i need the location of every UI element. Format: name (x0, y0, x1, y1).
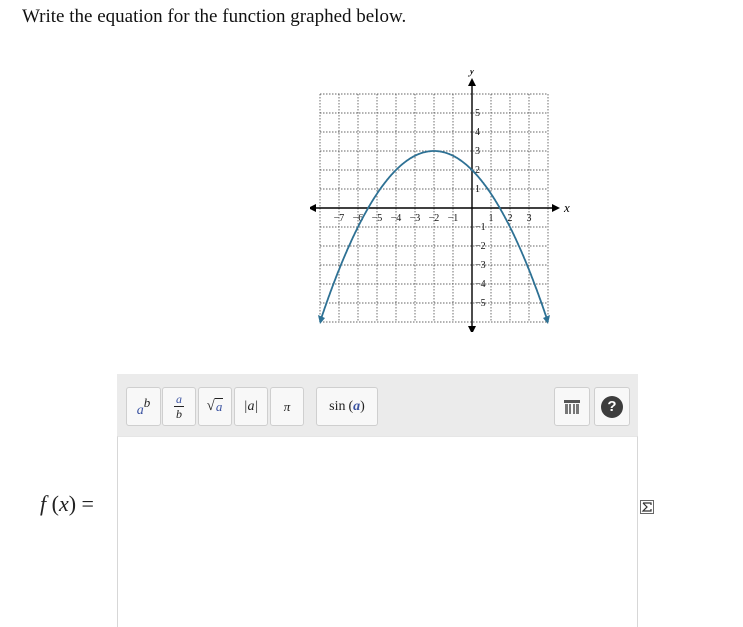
fraction-button[interactable]: a b (162, 387, 196, 426)
answer-label-func: f (40, 491, 47, 516)
help-button[interactable]: ? (594, 387, 630, 426)
y-tick-label: −1 (475, 222, 486, 233)
x-tick-label: 1 (489, 213, 494, 224)
sin-paren-close: ) (360, 398, 365, 414)
x-tick-label: −3 (410, 213, 421, 224)
x-tick-label: −5 (372, 213, 383, 224)
x-tick-label: −4 (391, 213, 402, 224)
x-axis-arrow (310, 204, 316, 212)
function-graph: −7−6−5−4−3−2−112354321−1−2−3−4−5 x y (310, 70, 570, 332)
sin-arg: a (353, 398, 361, 414)
y-tick-label: −4 (475, 279, 486, 290)
y-axis-label: y (467, 70, 475, 77)
sin-button[interactable]: sin ( a ) (316, 387, 378, 426)
sqrt-button[interactable]: √ a (198, 387, 232, 426)
answer-label-paren: ( (51, 491, 59, 516)
y-tick-label: −5 (475, 298, 486, 309)
y-tick-label: 3 (475, 146, 480, 157)
y-tick-label: 1 (475, 184, 480, 195)
pi-button[interactable]: π (270, 387, 304, 426)
pi-label: π (283, 398, 291, 414)
sqrt-arg: a (214, 398, 224, 414)
x-tick-label: −1 (448, 213, 459, 224)
y-tick-label: −2 (475, 241, 486, 252)
keyboard-icon (564, 399, 580, 414)
question-prompt: Write the equation for the function grap… (22, 6, 407, 27)
answer-input[interactable] (117, 436, 638, 627)
x-tick-label: −7 (334, 213, 345, 224)
answer-label-rest: ) = (68, 491, 94, 516)
x-axis-label: x (563, 200, 570, 215)
keyboard-button[interactable] (554, 387, 590, 426)
sqrt-icon: √ (206, 398, 215, 414)
abs-label: |a| (243, 398, 259, 414)
y-tick-label: 4 (475, 127, 480, 138)
x-axis-arrow (552, 204, 560, 212)
abs-button[interactable]: |a| (234, 387, 268, 426)
answer-label-var: x (58, 491, 69, 516)
math-toolbar: a b a b √ a |a| π sin ( a ) ? (117, 374, 638, 436)
x-tick-label: −2 (429, 213, 440, 224)
sigma-icon[interactable] (640, 500, 654, 514)
y-axis-arrow (468, 78, 476, 86)
answer-label: f (x) = (40, 491, 94, 517)
exponent-button[interactable]: a b (126, 387, 161, 426)
exponent-power: b (143, 394, 151, 410)
graph-axes (310, 78, 560, 332)
x-tick-label: 3 (527, 213, 532, 224)
fraction-numerator: a (174, 392, 184, 407)
y-tick-label: 5 (475, 108, 480, 119)
exponent-base: a (136, 402, 144, 418)
sin-label: sin (329, 398, 346, 414)
fraction-denominator: b (176, 407, 182, 421)
help-icon: ? (601, 395, 623, 418)
y-axis-arrow (468, 326, 476, 332)
y-tick-label: −3 (475, 260, 486, 271)
